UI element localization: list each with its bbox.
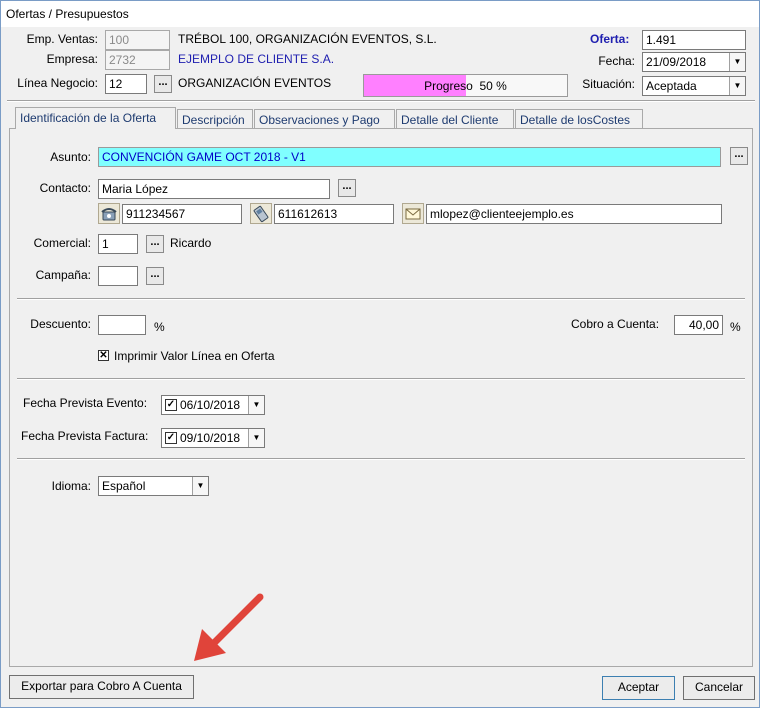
asunto-lookup-button[interactable]: ... [730, 147, 748, 165]
linea-negocio-lookup-button[interactable]: ... [154, 75, 172, 93]
window-title: Ofertas / Presupuestos [6, 7, 129, 21]
fecha-factura-checkbox[interactable]: ✓ [165, 432, 177, 444]
tab-detalle-costes[interactable]: Detalle de losCostes [515, 109, 643, 128]
fecha-evento-value: 06/10/2018 [180, 398, 241, 412]
fecha-value: 21/09/2018 [646, 55, 707, 69]
linea-negocio-label: Línea Negocio: [17, 76, 98, 90]
offer-window: Ofertas / Presupuestos Emp. Ventas: 100 … [0, 0, 760, 708]
mobile-phone-icon[interactable] [250, 203, 272, 224]
fecha-label: Fecha: [598, 54, 635, 68]
chevron-down-icon[interactable]: ▼ [729, 53, 745, 71]
chevron-down-icon[interactable]: ▼ [192, 477, 208, 495]
section-separator-1 [17, 298, 745, 300]
progress-bar: Progreso 50 % [363, 74, 568, 97]
idioma-combo[interactable]: Español ▼ [98, 476, 209, 496]
cobro-label: Cobro a Cuenta: [571, 317, 660, 331]
idioma-label: Idioma: [51, 479, 91, 493]
empresa-label: Empresa: [46, 52, 98, 66]
asunto-field[interactable]: CONVENCIÓN GAME OCT 2018 - V1 [98, 147, 721, 167]
aceptar-button[interactable]: Aceptar [602, 676, 675, 700]
oferta-label: Oferta: [590, 32, 630, 46]
campana-field[interactable] [98, 266, 138, 286]
phone-field[interactable]: 911234567 [122, 204, 242, 224]
tab-descripcion[interactable]: Descripción [177, 109, 253, 128]
imprimir-label: Imprimir Valor Línea en Oferta [114, 349, 275, 363]
fecha-combo[interactable]: 21/09/2018 ▼ [642, 52, 746, 72]
contacto-field[interactable]: Maria López [98, 179, 330, 199]
campana-lookup-button[interactable]: ... [146, 267, 164, 285]
mobile-field[interactable]: 611612613 [274, 204, 394, 224]
oferta-number-field[interactable]: 1.491 [642, 30, 746, 50]
email-field[interactable]: mlopez@clienteejemplo.es [426, 204, 722, 224]
idioma-value: Español [102, 479, 146, 493]
descuento-label: Descuento: [30, 317, 91, 331]
exportar-cobro-button[interactable]: Exportar para Cobro A Cuenta [9, 675, 194, 699]
fecha-factura-picker[interactable]: ✓ 09/10/2018 ▼ [161, 428, 265, 448]
comercial-label: Comercial: [33, 236, 91, 250]
contacto-lookup-button[interactable]: ... [338, 179, 356, 197]
chevron-down-icon[interactable]: ▼ [729, 77, 745, 95]
progress-value: 50 % [479, 79, 507, 93]
comercial-name: Ricardo [170, 236, 212, 250]
emp-ventas-name: TRÉBOL 100, ORGANIZACIÓN EVENTOS, S.L. [178, 32, 437, 46]
fecha-evento-picker[interactable]: ✓ 06/10/2018 ▼ [161, 395, 265, 415]
envelope-icon[interactable] [402, 203, 424, 224]
chevron-down-icon[interactable]: ▼ [248, 396, 264, 414]
asunto-label: Asunto: [50, 150, 91, 164]
cobro-field[interactable]: 40,00 [674, 315, 723, 335]
descuento-field[interactable] [98, 315, 146, 335]
linea-negocio-field[interactable]: 12 [105, 74, 147, 94]
empresa-field[interactable]: 2732 [105, 50, 170, 70]
descuento-percent: % [154, 320, 165, 334]
phone-icon[interactable] [98, 203, 120, 224]
imprimir-checkbox[interactable]: ✕ [98, 350, 109, 361]
tab-observaciones[interactable]: Observaciones y Pago [254, 109, 395, 128]
cobro-percent: % [730, 320, 741, 334]
emp-ventas-field[interactable]: 100 [105, 30, 170, 50]
empresa-name: EJEMPLO DE CLIENTE S.A. [178, 52, 335, 66]
tab-identificacion[interactable]: Identificación de la Oferta [15, 107, 176, 129]
situacion-combo[interactable]: Aceptada ▼ [642, 76, 746, 96]
progress-label: Progreso [424, 79, 473, 93]
section-separator-2 [17, 378, 745, 380]
situacion-label: Situación: [582, 77, 635, 91]
chevron-down-icon[interactable]: ▼ [248, 429, 264, 447]
tab-detalle-cliente[interactable]: Detalle del Cliente [396, 109, 514, 128]
fecha-evento-checkbox[interactable]: ✓ [165, 399, 177, 411]
situacion-value: Aceptada [646, 79, 697, 93]
check-mark-icon: ✕ [99, 350, 108, 361]
emp-ventas-label: Emp. Ventas: [26, 32, 98, 46]
contacto-label: Contacto: [39, 181, 91, 195]
fecha-factura-label: Fecha Prevista Factura: [21, 429, 149, 443]
progress-text: Progreso 50 % [364, 79, 567, 93]
comercial-lookup-button[interactable]: ... [146, 235, 164, 253]
cancelar-button[interactable]: Cancelar [683, 676, 755, 700]
linea-negocio-name: ORGANIZACIÓN EVENTOS [178, 76, 332, 90]
title-bar: Ofertas / Presupuestos [1, 1, 759, 27]
campana-label: Campaña: [35, 268, 91, 282]
section-separator-3 [17, 458, 745, 460]
fecha-factura-value: 09/10/2018 [180, 431, 241, 445]
arrow-annotation-icon [194, 593, 264, 661]
header-separator [7, 100, 755, 102]
fecha-evento-label: Fecha Prevista Evento: [23, 396, 148, 410]
comercial-field[interactable]: 1 [98, 234, 138, 254]
